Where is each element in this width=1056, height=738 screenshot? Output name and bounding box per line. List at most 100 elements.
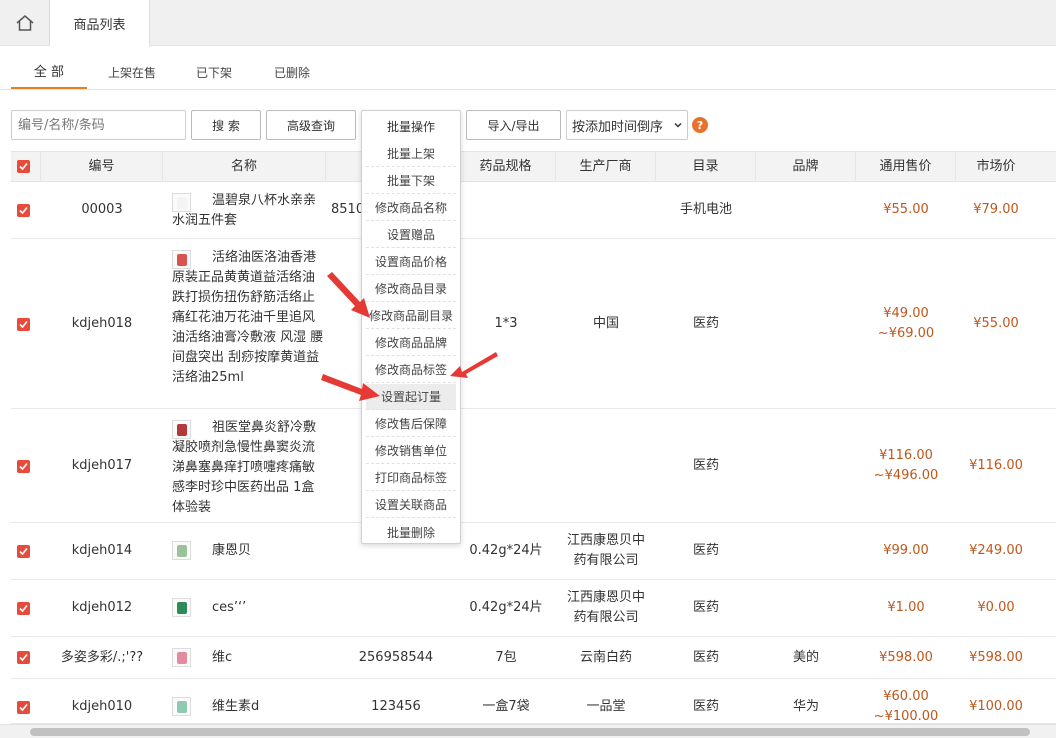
row-checkbox[interactable] [17,651,30,664]
top-tab-bar: 商品列表 [0,0,1056,47]
row-code: 多姿多彩/.;'?? [60,649,144,665]
menu-item-set-gift[interactable]: 设置赠品 [366,222,456,248]
check-icon [19,206,28,215]
row-market-price: ¥116.00 [969,457,1023,473]
check-icon [19,547,28,556]
menu-item-batch-delete[interactable]: 批量删除 [366,519,456,545]
row-checkbox[interactable] [17,204,30,217]
menu-item-edit-tags[interactable]: 修改商品标签 [366,357,456,383]
help-icon[interactable]: ? [692,117,708,133]
table-row[interactable]: 多姿多彩/.;'?? 维c 256958544 7包 云南白药 医药 美的 ¥5… [11,637,1056,679]
table-row[interactable]: kdjeh014 康恩贝 0.42g*24片 江西康恩贝中药有限公司 医药 ¥9… [11,523,1056,580]
batch-operation-menu: 批量操作 批量上架 批量下架 修改商品名称 设置赠品 设置商品价格 修改商品目录… [361,110,461,544]
row-price-max: ~¥100.00 [873,709,939,724]
table-row[interactable]: 00003 温碧泉八杯水亲亲水润五件套 8510 手机电池 ¥55.00 ¥79… [11,182,1056,239]
select-all-cell [11,152,41,182]
row-price: ¥99.00 [883,543,929,558]
row-catalog: 医药 [692,457,719,473]
row-maker: 一品堂 [586,699,626,714]
import-export-button[interactable]: 导入/导出 [466,110,561,140]
select-all-checkbox[interactable] [17,160,30,173]
menu-item-edit-catalog[interactable]: 修改商品目录 [366,276,456,302]
row-brand: 华为 [792,699,819,714]
row-price: ¥116.00 ~¥496.00 [856,409,956,522]
product-name-link[interactable]: 康恩贝 [172,541,327,561]
menu-item-edit-sub-catalog[interactable]: 修改商品副目录 [366,303,456,329]
row-catalog: 医药 [692,600,719,615]
column-header-catalog[interactable]: 目录 [656,152,756,182]
row-price-min: ¥49.00 [883,305,929,321]
row-barcode: 123456 [371,699,421,714]
row-catalog: 医药 [692,543,719,558]
column-header-price[interactable]: 通用售价 [856,152,956,182]
row-maker: 江西康恩贝中药有限公司 [566,590,645,625]
menu-item-edit-after-sales[interactable]: 修改售后保障 [366,411,456,437]
menu-item-batch-off-shelf[interactable]: 批量下架 [366,168,456,194]
tab-all[interactable]: 全 部 [11,58,87,89]
check-icon [19,462,28,471]
check-icon [19,653,28,662]
menu-item-edit-brand[interactable]: 修改商品品牌 [366,330,456,356]
row-code: kdjeh014 [71,543,133,558]
menu-item-set-min-order[interactable]: 设置起订量 [366,384,456,410]
advanced-search-button[interactable]: 高级查询 [266,110,356,140]
product-name-link[interactable]: 祖医堂鼻炎舒冷敷凝胶喷剂急慢性鼻窦炎流涕鼻塞鼻痒打喷嚏疼痛敏感李时珍中医药出品 … [172,418,327,518]
row-brand: 美的 [792,649,819,665]
tab-on-sale[interactable]: 上架在售 [100,58,164,89]
column-header-code[interactable]: 编号 [41,152,163,182]
row-spec: 0.42g*24片 [469,600,543,615]
row-code: kdjeh012 [71,600,133,615]
search-button[interactable]: 搜 索 [191,110,261,140]
menu-item-edit-sales-unit[interactable]: 修改销售单位 [366,438,456,464]
scrollbar-thumb[interactable] [30,728,1030,736]
row-checkbox[interactable] [17,545,30,558]
table-header: 编号 名称 药品规格 生产厂商 目录 品牌 通用售价 市场价 [11,151,1056,182]
batch-operation-button[interactable]: 批量操作 [362,111,460,141]
table-row[interactable]: kdjeh017 祖医堂鼻炎舒冷敷凝胶喷剂急慢性鼻窦炎流涕鼻塞鼻痒打喷嚏疼痛敏感… [11,409,1056,523]
row-catalog: 医药 [692,649,719,665]
row-code: kdjeh017 [71,457,133,473]
check-icon [19,320,28,329]
row-price: ¥55.00 [883,202,929,217]
row-code: kdjeh018 [71,315,133,331]
search-input[interactable] [11,110,186,140]
tab-product-list[interactable]: 商品列表 [50,0,150,47]
row-spec: 7包 [495,649,517,665]
product-name-link[interactable]: 维生素d [172,697,327,717]
product-name-link[interactable]: 维c [172,648,327,668]
menu-item-edit-name[interactable]: 修改商品名称 [366,195,456,221]
row-checkbox[interactable] [17,701,30,714]
horizontal-scrollbar[interactable] [0,724,1056,738]
menu-item-batch-on-shelf[interactable]: 批量上架 [366,141,456,167]
row-checkbox[interactable] [17,318,30,331]
check-icon [19,604,28,613]
row-market-price: ¥249.00 [969,543,1023,558]
row-market-price: ¥100.00 [969,699,1023,714]
column-header-maker[interactable]: 生产厂商 [556,152,656,182]
status-filter-tabs: 全 部 上架在售 已下架 已删除 [0,58,1056,90]
row-catalog: 手机电池 [679,202,732,217]
table-row[interactable]: kdjeh018 活络油医洛油香港原装正品黄黄道益活络油跌打损伤扭伤舒筋活络止痛… [11,239,1056,409]
column-header-name[interactable]: 名称 [163,152,326,182]
menu-item-print-tags[interactable]: 打印商品标签 [366,465,456,491]
column-header-market-price[interactable]: 市场价 [956,152,1036,182]
menu-item-set-price[interactable]: 设置商品价格 [366,249,456,275]
product-name-link[interactable]: ces’‘’ [172,598,327,618]
row-price: ¥60.00 ~¥100.00 [856,687,956,724]
row-maker: 江西康恩贝中药有限公司 [566,533,645,568]
sort-select[interactable]: 按添加时间倒序 [566,110,688,140]
sort-select-value: 按添加时间倒序 [572,119,664,135]
tab-off-shelf[interactable]: 已下架 [186,58,242,89]
check-icon [19,162,28,171]
column-header-spec[interactable]: 药品规格 [456,152,556,182]
tab-deleted[interactable]: 已删除 [264,58,320,89]
table-row[interactable]: kdjeh010 维生素d 123456 一盒7袋 一品堂 医药 华为 ¥60.… [11,679,1056,724]
home-button[interactable] [0,0,50,46]
product-name-link[interactable]: 活络油医洛油香港原装正品黄黄道益活络油跌打损伤扭伤舒筋活络止痛红花油万花油千里追… [172,248,327,388]
column-header-brand[interactable]: 品牌 [756,152,856,182]
row-checkbox[interactable] [17,460,30,473]
row-checkbox[interactable] [17,602,30,615]
table-row[interactable]: kdjeh012 ces’‘’ 0.42g*24片 江西康恩贝中药有限公司 医药… [11,580,1056,637]
menu-item-set-related[interactable]: 设置关联商品 [366,492,456,518]
product-name-link[interactable]: 温碧泉八杯水亲亲水润五件套 [172,191,327,231]
